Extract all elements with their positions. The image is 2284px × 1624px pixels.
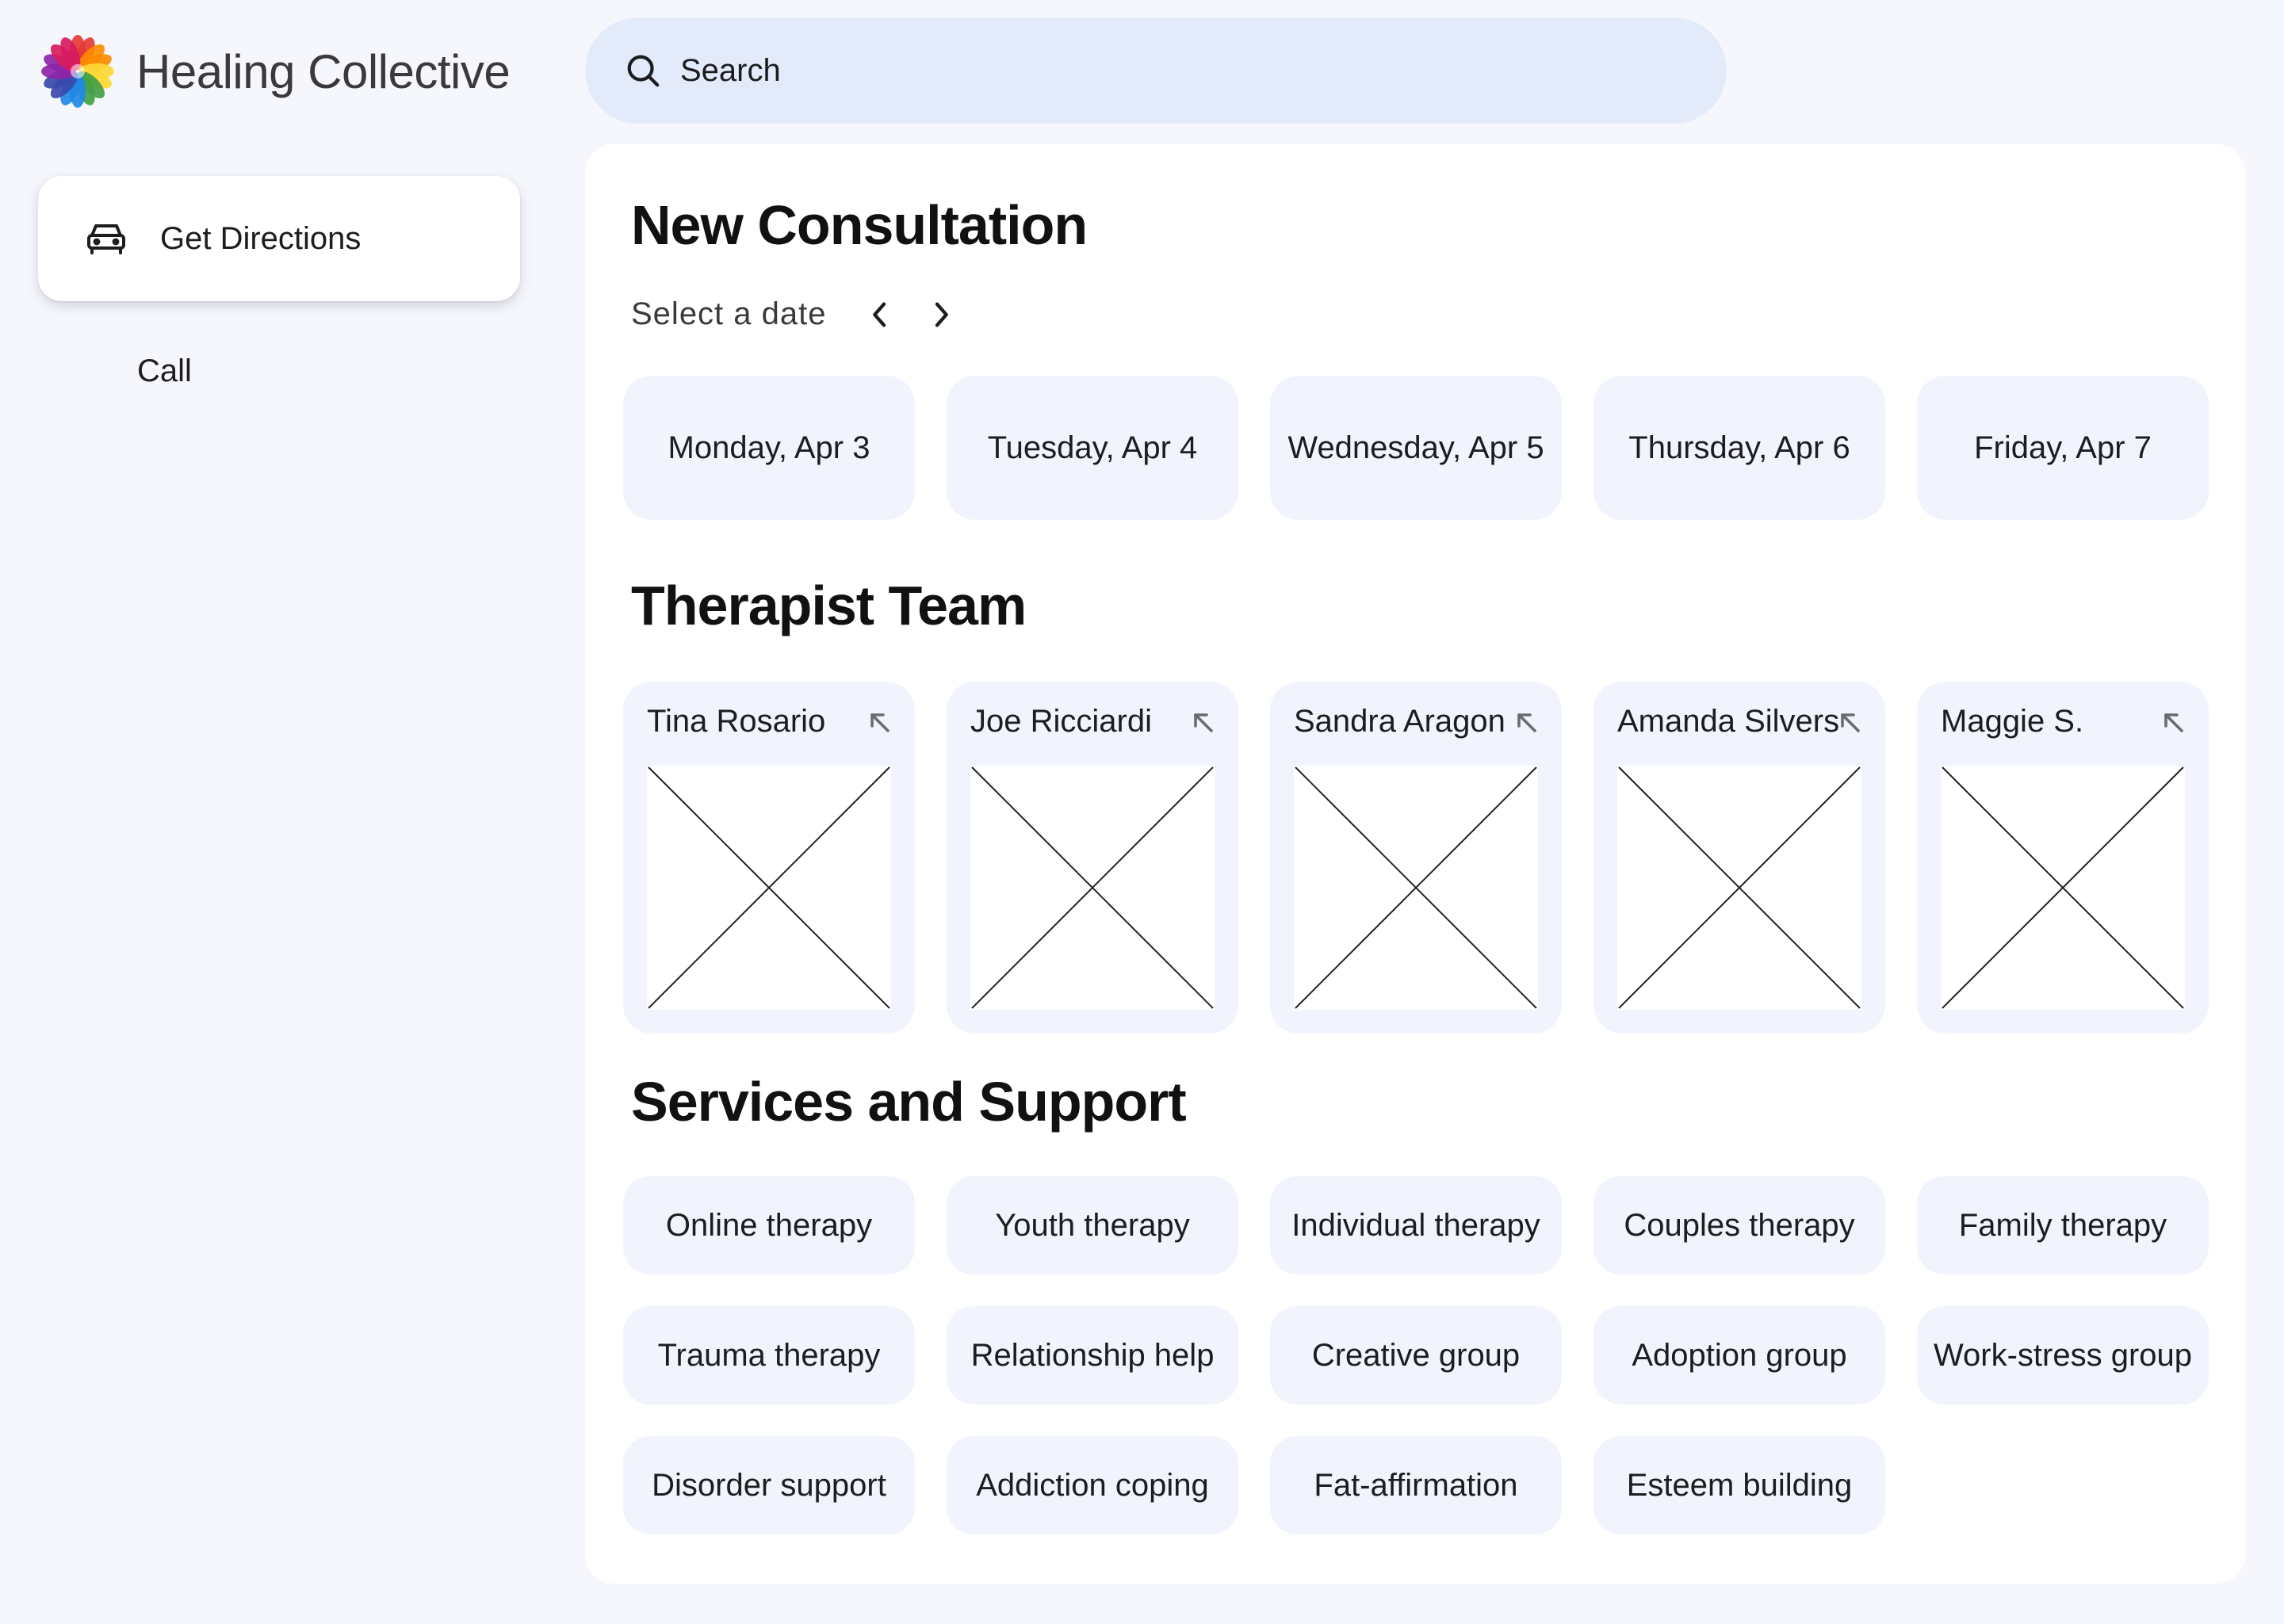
search-input[interactable]: [680, 52, 1632, 89]
search-bar[interactable]: [585, 17, 1727, 124]
therapist-cards: Tina Rosario Joe Ricciardi Sandra Aragon…: [623, 682, 2209, 1034]
service-option[interactable]: Individual therapy: [1270, 1176, 1562, 1274]
date-option[interactable]: Thursday, Apr 6: [1593, 376, 1885, 520]
chevron-right-icon: [935, 302, 948, 327]
therapist-card[interactable]: Sandra Aragon: [1270, 682, 1562, 1034]
date-option[interactable]: Monday, Apr 3: [623, 376, 915, 520]
main-panel: New Consultation Select a date Monday, A…: [585, 144, 2245, 1584]
previous-dates-button[interactable]: [860, 295, 900, 334]
service-option[interactable]: Creative group: [1270, 1306, 1562, 1404]
service-option[interactable]: Esteem building: [1593, 1436, 1885, 1534]
arrow-up-left-icon[interactable]: [1516, 712, 1538, 734]
call-link[interactable]: Call: [137, 353, 192, 389]
services-row: Trauma therapy Relationship help Creativ…: [623, 1306, 2209, 1404]
therapist-name: Amanda Silvers: [1617, 704, 1840, 739]
consultation-title: New Consultation: [631, 194, 1088, 256]
rainbow-flower-logo-icon: [41, 35, 114, 108]
therapist-photo-placeholder: [1941, 766, 2185, 1010]
therapist-card[interactable]: Tina Rosario: [623, 682, 915, 1034]
service-option[interactable]: Online therapy: [623, 1176, 915, 1274]
arrow-up-left-icon[interactable]: [1839, 712, 1861, 734]
therapist-card[interactable]: Amanda Silvers: [1593, 682, 1885, 1034]
brand[interactable]: Healing Collective: [38, 30, 511, 113]
service-option[interactable]: Adoption group: [1593, 1306, 1885, 1404]
chevron-left-icon: [873, 302, 886, 327]
therapist-card[interactable]: Maggie S.: [1917, 682, 2209, 1034]
service-option[interactable]: Work-stress group: [1917, 1306, 2209, 1404]
arrow-up-left-icon[interactable]: [869, 712, 891, 734]
services-title: Services and Support: [631, 1071, 1187, 1133]
therapist-name: Tina Rosario: [647, 704, 826, 739]
service-option[interactable]: Trauma therapy: [623, 1306, 915, 1404]
service-option[interactable]: Couples therapy: [1593, 1176, 1885, 1274]
service-option[interactable]: Fat-affirmation: [1270, 1436, 1562, 1534]
service-option[interactable]: Relationship help: [947, 1306, 1238, 1404]
team-title: Therapist Team: [631, 575, 1027, 636]
brand-name: Healing Collective: [136, 44, 511, 98]
therapist-card[interactable]: Joe Ricciardi: [947, 682, 1238, 1034]
therapist-name: Joe Ricciardi: [970, 704, 1152, 739]
services-row: Online therapy Youth therapy Individual …: [623, 1176, 2209, 1274]
get-directions-button[interactable]: Get Directions: [38, 176, 520, 301]
therapist-photo-placeholder: [1294, 766, 1538, 1010]
therapist-photo-placeholder: [970, 766, 1215, 1010]
therapist-photo-placeholder: [1617, 766, 1861, 1010]
date-option[interactable]: Wednesday, Apr 5: [1270, 376, 1562, 520]
service-option[interactable]: Disorder support: [623, 1436, 915, 1534]
car-icon: [87, 224, 125, 254]
search-icon: [627, 55, 660, 87]
therapist-photo-placeholder: [647, 766, 891, 1010]
select-date-label: Select a date: [631, 296, 827, 331]
therapist-name: Sandra Aragon: [1294, 704, 1505, 739]
date-options: Monday, Apr 3 Tuesday, Apr 4 Wednesday, …: [623, 376, 2209, 520]
date-option[interactable]: Tuesday, Apr 4: [947, 376, 1238, 520]
arrow-up-left-icon[interactable]: [2163, 712, 2185, 734]
services-row: Disorder support Addiction coping Fat-af…: [623, 1436, 1885, 1534]
app-root: Healing Collective Get Directions Call N…: [0, 0, 2284, 1624]
next-dates-button[interactable]: [921, 295, 961, 334]
service-option[interactable]: Addiction coping: [947, 1436, 1238, 1534]
get-directions-label: Get Directions: [160, 220, 362, 256]
service-option[interactable]: Youth therapy: [947, 1176, 1238, 1274]
date-option[interactable]: Friday, Apr 7: [1917, 376, 2209, 520]
therapist-name: Maggie S.: [1941, 704, 2084, 739]
arrow-up-left-icon[interactable]: [1192, 712, 1215, 734]
service-option[interactable]: Family therapy: [1917, 1176, 2209, 1274]
